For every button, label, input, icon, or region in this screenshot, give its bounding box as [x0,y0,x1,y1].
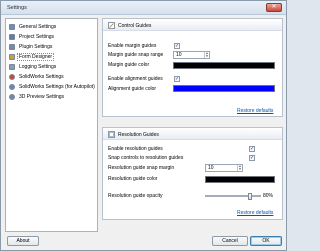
resolution-guide-opacity-label: Resolution guide opacity [108,193,163,199]
window-title: Settings [7,5,27,11]
solidworks-icon [9,73,15,80]
enable-alignment-guides-label: Enable alignment guides [108,76,163,82]
settings-window: Settings ✕ General Settings Project Sett… [0,0,287,251]
alignment-guide-color-label: Alignment guide color [108,86,157,92]
alignment-guide-color-swatch[interactable] [173,85,275,92]
settings-nav-tree: General Settings Project Settings Plugin… [5,18,98,232]
close-icon: ✕ [271,4,277,10]
opacity-value: 80% [263,193,274,199]
nav-item-label: Project Settings [19,33,55,40]
nav-item-solidworks-autopilot[interactable]: SolidWorks Settings (for Autopilot) [9,82,95,91]
nav-item-label: Plugin Settings [19,43,53,50]
resolution-guides-panel: Resolution Guides Enable resolution guid… [102,127,283,220]
plugin-settings-icon [9,43,15,50]
resolution-guides-title: Resolution Guides [118,131,159,138]
resolution-guides-header: Resolution Guides [103,128,282,140]
nav-item-label: Logging Settings [19,63,57,70]
resolution-guide-color-label: Resolution guide color [108,176,158,182]
opacity-slider-track[interactable] [205,195,261,197]
control-guides-panel: Control Guides Enable margin guides ✓ Ma… [102,18,283,117]
nav-item-label: Form Designer [16,52,55,61]
resolution-snap-margin-label: Resolution guide snap margin [108,165,175,171]
margin-guide-color-swatch[interactable] [173,62,275,69]
close-button[interactable]: ✕ [266,3,282,12]
enable-margin-guides-checkbox[interactable]: ✓ [174,43,180,49]
nav-item-plugin-settings[interactable]: Plugin Settings [9,42,95,51]
form-designer-icon [9,53,15,60]
resolution-guides-restore-defaults-link[interactable]: Restore defaults [237,210,273,216]
enable-resolution-guides-checkbox[interactable]: ✓ [249,146,255,152]
logging-settings-icon [9,63,15,70]
nav-item-logging-settings[interactable]: Logging Settings [9,62,95,71]
nav-item-form-designer[interactable]: Form Designer [9,52,95,61]
margin-guide-color-label: Margin guide color [108,62,150,68]
guides-icon [108,21,115,29]
spin-arrows-icon[interactable]: ▲ ▼ [204,52,209,58]
general-settings-icon [9,23,15,30]
cancel-button[interactable]: Cancel [212,236,248,246]
margin-snap-range-stepper[interactable]: 10 ▲ ▼ [173,51,210,59]
enable-margin-guides-label: Enable margin guides [108,43,157,49]
resolution-icon [108,130,115,138]
ok-button[interactable]: OK [250,236,282,246]
solidworks-autopilot-icon [9,83,15,90]
project-settings-icon [9,33,15,40]
nav-item-label: SolidWorks Settings (for Autopilot) [19,83,95,90]
control-guides-header: Control Guides [103,19,282,31]
resolution-snap-margin-value: 10 [208,165,214,171]
resolution-snap-margin-stepper[interactable]: 10 ▲ ▼ [205,164,243,172]
nav-item-3d-preview-settings[interactable]: 3D Preview Settings [9,92,95,101]
snap-controls-checkbox[interactable]: ✓ [249,155,255,161]
snap-controls-label: Snap controls to resolution guides [108,155,184,161]
spin-arrows-icon[interactable]: ▲ ▼ [237,165,242,171]
nav-item-label: SolidWorks Settings [19,73,64,80]
margin-snap-range-label: Margin guide snap range [108,52,164,58]
preview-3d-icon [9,93,15,100]
enable-alignment-guides-checkbox[interactable]: ✓ [174,76,180,82]
control-guides-restore-defaults-link[interactable]: Restore defaults [237,108,273,114]
about-button[interactable]: About [7,236,39,246]
nav-item-label: General Settings [19,23,57,30]
title-bar[interactable]: Settings ✕ [1,1,286,15]
margin-snap-range-value: 10 [176,52,182,58]
enable-resolution-guides-label: Enable resolution guides [108,146,163,152]
nav-item-project-settings[interactable]: Project Settings [9,32,95,41]
nav-item-general-settings[interactable]: General Settings [9,22,95,31]
nav-item-solidworks-settings[interactable]: SolidWorks Settings [9,72,95,81]
control-guides-title: Control Guides [118,22,152,29]
opacity-slider-thumb[interactable] [247,193,252,200]
nav-item-label: 3D Preview Settings [19,93,65,100]
resolution-guide-color-swatch[interactable] [205,176,275,183]
